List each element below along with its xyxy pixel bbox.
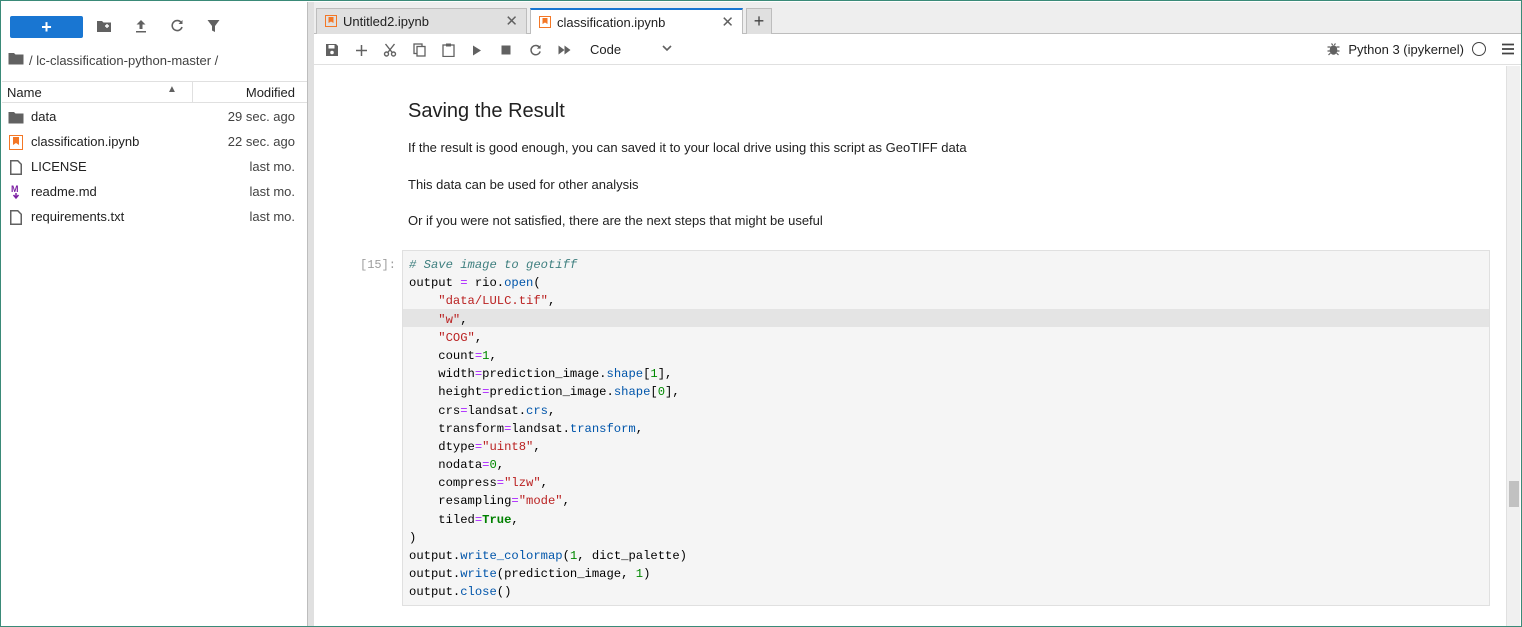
execution-prompt: [15]: — [360, 258, 397, 272]
add-tab-button[interactable]: + — [746, 8, 772, 34]
code-line[interactable]: ) — [409, 529, 687, 547]
folder-icon[interactable] — [8, 52, 24, 68]
filter-icon[interactable] — [202, 15, 224, 37]
file-item-requirements[interactable]: requirements.txt last mo. — [2, 204, 307, 229]
file-list: data 29 sec. ago classification.ipynb 22… — [2, 104, 307, 229]
code-line[interactable]: "w", — [409, 311, 687, 329]
file-modified: last mo. — [249, 209, 295, 224]
code-cell-editor[interactable]: # Save image to geotiff output = rio.open… — [402, 250, 1490, 606]
kernel-status-icon — [1472, 42, 1486, 56]
code-line[interactable]: compress="lzw", — [409, 474, 687, 492]
file-modified: 22 sec. ago — [227, 134, 295, 149]
cell-type-select[interactable]: Code — [590, 42, 672, 57]
file-item-license[interactable]: LICENSE last mo. — [2, 154, 307, 179]
code-line[interactable]: width=prediction_image.shape[1], — [409, 365, 687, 383]
cut-icon[interactable] — [381, 41, 399, 59]
code-line[interactable]: height=prediction_image.shape[0], — [409, 383, 687, 401]
copy-icon[interactable] — [410, 41, 428, 59]
code-line[interactable]: # Save image to geotiff — [409, 256, 687, 274]
code-line[interactable]: "data/LULC.tif", — [409, 292, 687, 310]
panel-splitter[interactable] — [307, 2, 314, 626]
file-name: LICENSE — [31, 159, 87, 174]
paste-icon[interactable] — [439, 41, 457, 59]
file-icon — [8, 159, 24, 175]
scrollbar-thumb[interactable] — [1509, 481, 1519, 507]
code-line[interactable]: crs=landsat.crs, — [409, 402, 687, 420]
notebook-toolbar: Code Python 3 (ipykernel) — [314, 34, 1521, 65]
file-browser-panel: + / lc-classification-python-master / Na… — [2, 2, 307, 626]
restart-icon[interactable] — [526, 41, 544, 59]
notebook-icon — [8, 134, 24, 150]
tab-label: Untitled2.ipynb — [343, 14, 429, 29]
file-item-readme[interactable]: M readme.md last mo. — [2, 179, 307, 204]
code-line[interactable]: output = rio.open( — [409, 274, 687, 292]
markdown-icon: M — [8, 184, 24, 200]
file-icon — [8, 209, 24, 225]
file-name: requirements.txt — [31, 209, 125, 224]
tab-classification[interactable]: classification.ipynb ✕ — [530, 8, 743, 35]
file-modified: last mo. — [249, 184, 295, 199]
vertical-scrollbar[interactable] — [1506, 66, 1520, 626]
tab-untitled2[interactable]: Untitled2.ipynb ✕ — [316, 8, 527, 34]
column-modified[interactable]: Modified — [246, 85, 295, 100]
new-launcher-button[interactable]: + — [10, 16, 83, 38]
chevron-down-icon — [662, 41, 672, 55]
file-modified: 29 sec. ago — [227, 109, 295, 124]
code-line[interactable]: output.write(prediction_image, 1) — [409, 565, 687, 583]
code-line[interactable]: nodata=0, — [409, 456, 687, 474]
debugger-icon[interactable] — [1327, 42, 1340, 59]
app-window: + / lc-classification-python-master / Na… — [0, 0, 1522, 627]
file-name: readme.md — [31, 184, 97, 199]
file-item-data[interactable]: data 29 sec. ago — [2, 104, 307, 129]
refresh-icon[interactable] — [166, 15, 188, 37]
notebook-icon — [325, 15, 337, 27]
code-line[interactable]: tiled=True, — [409, 511, 687, 529]
fast-forward-icon[interactable] — [555, 41, 573, 59]
markdown-heading: Saving the Result — [408, 100, 565, 122]
column-divider[interactable] — [192, 82, 193, 102]
code-line[interactable]: output.write_colormap(1, dict_palette) — [409, 547, 687, 565]
cell-type-value: Code — [590, 42, 622, 57]
svg-text:M: M — [11, 184, 19, 194]
code-line[interactable]: dtype="uint8", — [409, 438, 687, 456]
menu-icon[interactable] — [1502, 43, 1514, 55]
file-list-header: Name ▲ Modified — [2, 81, 307, 103]
file-name: classification.ipynb — [31, 134, 140, 149]
file-item-classification[interactable]: classification.ipynb 22 sec. ago — [2, 129, 307, 154]
breadcrumb-path[interactable]: / lc-classification-python-master / — [29, 53, 218, 68]
file-modified: last mo. — [249, 159, 295, 174]
column-name[interactable]: Name — [7, 85, 42, 100]
notebook-content: Saving the Result If the result is good … — [314, 66, 1506, 626]
upload-icon[interactable] — [130, 15, 152, 37]
markdown-paragraph: Or if you were not satisfied, there are … — [408, 213, 823, 228]
notebook-icon — [539, 16, 551, 28]
run-icon[interactable] — [468, 41, 486, 59]
close-icon[interactable]: ✕ — [505, 12, 518, 30]
new-folder-icon[interactable] — [93, 15, 115, 37]
code-line[interactable]: resampling="mode", — [409, 492, 687, 510]
code-block[interactable]: # Save image to geotiff output = rio.open… — [409, 256, 687, 602]
folder-icon — [8, 109, 24, 125]
tab-label: classification.ipynb — [557, 15, 666, 30]
stop-icon[interactable] — [497, 41, 515, 59]
notebook-area: Untitled2.ipynb ✕ classification.ipynb ✕… — [314, 2, 1521, 626]
close-icon[interactable]: ✕ — [721, 13, 734, 31]
tab-bar: Untitled2.ipynb ✕ classification.ipynb ✕… — [314, 2, 1521, 35]
markdown-paragraph: This data can be used for other analysis — [408, 177, 639, 192]
code-line[interactable]: output.close() — [409, 583, 687, 601]
code-line[interactable]: count=1, — [409, 347, 687, 365]
add-cell-icon[interactable] — [352, 41, 370, 59]
breadcrumb: / lc-classification-python-master / — [8, 50, 218, 70]
code-line[interactable]: "COG", — [409, 329, 687, 347]
markdown-paragraph: If the result is good enough, you can sa… — [408, 140, 967, 155]
sort-ascending-icon[interactable]: ▲ — [167, 84, 177, 95]
save-icon[interactable] — [323, 41, 341, 59]
file-name: data — [31, 109, 57, 124]
file-browser-toolbar: + — [2, 2, 307, 44]
kernel-name[interactable]: Python 3 (ipykernel) — [1348, 42, 1464, 57]
code-line[interactable]: transform=landsat.transform, — [409, 420, 687, 438]
